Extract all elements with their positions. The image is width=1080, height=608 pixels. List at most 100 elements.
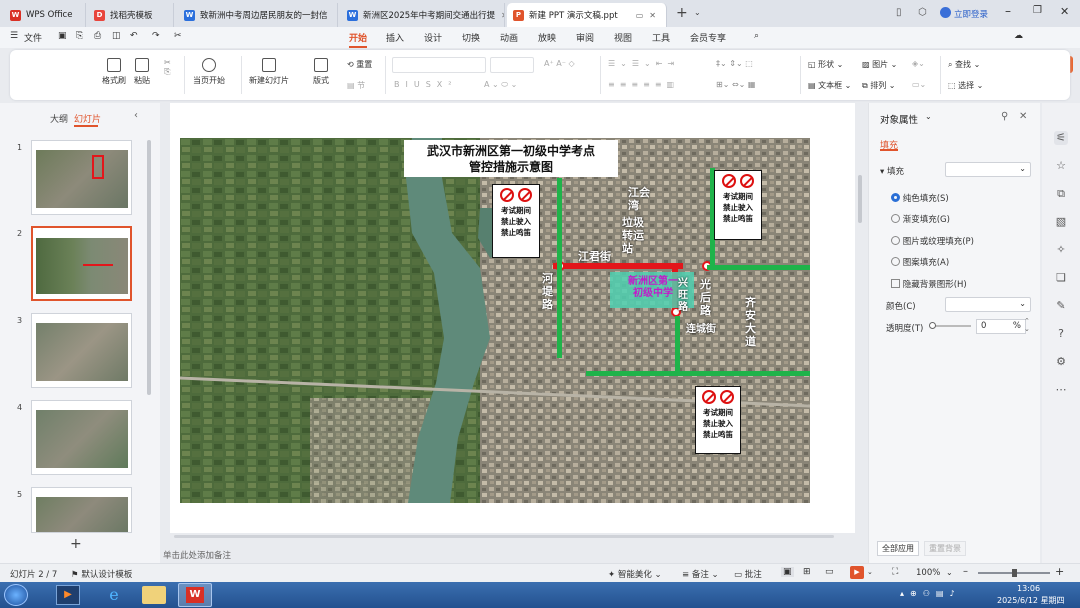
menu-tab-view[interactable]: 视图 [614,31,632,44]
align-icons[interactable]: ≡≡≡≡≡▥ [608,80,679,89]
file-menu[interactable]: 文件 [24,31,42,44]
tray-icons[interactable]: ▴⊕⚇▤♪ [900,589,961,598]
zoom-level[interactable]: 100% [916,568,940,578]
more-icon[interactable]: ⋯ [1054,383,1068,397]
magic-icon[interactable]: ✧ [1054,243,1068,257]
save-icon[interactable]: ▣ [58,31,67,41]
login-link[interactable]: 立即登录 [954,8,988,20]
close-icon[interactable]: ✕ [501,11,504,20]
properties-icon[interactable]: ⚟ [1054,131,1068,145]
slider-handle[interactable] [929,322,936,329]
export-icon[interactable]: ⎘ [76,31,83,41]
media-player-icon[interactable]: ▶ [56,585,80,605]
pen-icon[interactable]: ✎ [1054,299,1068,313]
monitor-icon[interactable]: ▭ [636,11,644,20]
zoom-handle[interactable] [1012,569,1017,577]
layout-icon[interactable]: ▯ [896,7,902,18]
fit-icon[interactable]: ⛶ [892,567,898,577]
minimize-icon[interactable]: – [1005,4,1011,18]
cut-icon[interactable]: ✂ ⎘ [164,58,171,77]
section-button[interactable]: ▤ 节 [347,80,365,91]
fill-option-pattern[interactable]: 图案填充(A) [891,256,949,268]
slide-map[interactable]: 武汉市新洲区第一初级中学考点 管控措施示意图 考试期间 禁止驶入 禁止鸣笛 考试… [180,138,810,503]
outline-tab[interactable]: 大纲 [50,112,68,125]
theme-label[interactable]: ⚑ 默认设计模板 [71,568,132,580]
pin-icon[interactable]: ⚲ [1001,111,1008,122]
menu-tab-member[interactable]: 会员专享 [690,31,726,44]
shape-button[interactable]: ◱ 形状 ⌄ [808,59,843,70]
add-slide-icon[interactable]: + [70,536,82,552]
menu-tab-animation[interactable]: 动画 [500,31,518,44]
fill-option-picture[interactable]: 图片或纹理填充(P) [891,235,974,247]
textbox-button[interactable]: ▤ 文本框 ⌄ [808,80,851,91]
chevron-down-icon[interactable]: ⌄ [694,8,701,17]
transparency-slider[interactable] [929,322,971,329]
fill-select[interactable]: ⌄ [945,162,1031,177]
line-spacing-icon[interactable]: ‡⌄ ⇕⌄ ⬚ [716,59,753,68]
stepper-icon[interactable]: ⌃ ⌄ [1024,317,1030,333]
zoom-out-icon[interactable]: – [963,566,968,577]
clock-date[interactable]: 2025/6/12 星期四 [997,595,1065,606]
image-edit-icon[interactable]: ▧ [1054,215,1068,229]
menu-tab-review[interactable]: 审阅 [576,31,594,44]
menu-tab-home[interactable]: 开始 [349,31,368,48]
zoom-in-icon[interactable]: + [1055,565,1064,578]
window-close-icon[interactable]: ✕ [1060,5,1069,18]
cube-icon[interactable]: ⬡ [918,7,927,18]
chevron-down-icon[interactable]: ⌄ [925,112,932,121]
hide-bg-checkbox[interactable]: 隐藏背景图形(H) [891,278,967,290]
help-icon[interactable]: ? [1054,327,1068,341]
chevron-down-icon[interactable]: ⌄ [946,568,953,577]
reading-view-icon[interactable]: ▭ [825,567,834,577]
select-button[interactable]: ⬚ 选择 ⌄ [948,80,983,91]
zoom-slider[interactable] [978,569,1050,577]
ie-browser-icon[interactable]: e [102,585,126,605]
collapse-icon[interactable]: ‹ [134,110,138,121]
reset-button[interactable]: ⟲ 重置 [347,59,372,70]
reset-background-button[interactable]: 重置背景 [924,541,966,556]
close-icon[interactable]: ✕ [649,11,656,20]
clock-time[interactable]: 13:06 [1017,584,1040,593]
font-size-select[interactable] [490,57,534,73]
book-icon[interactable]: ❏ [1054,271,1068,285]
tab-wps-office[interactable]: W WPS Office [4,3,86,27]
fill-icon[interactable]: ◈⌄ [912,59,925,68]
vertical-scrollbar[interactable] [858,175,862,223]
layout-button[interactable]: 版式 [313,58,329,86]
font-grow-icon[interactable]: A⁺ A⁻ ◇ [544,59,575,68]
more-icon[interactable]: ✂ [174,31,182,41]
tab-docer[interactable]: D 找稻壳模板 [88,3,174,27]
menu-tab-tools[interactable]: 工具 [652,31,670,44]
slide-thumbnail-5[interactable] [31,487,132,533]
menu-tab-insert[interactable]: 插入 [386,31,404,44]
settings-icon[interactable]: ⚙ [1054,355,1068,369]
folder-icon[interactable] [142,586,166,604]
undo-icon[interactable]: ↶ [130,31,138,41]
from-current-button[interactable]: 当页开始 [193,58,225,86]
slide-thumbnail-4[interactable] [31,400,132,475]
font-family-select[interactable] [392,57,486,73]
tab-doc-letter[interactable]: W 致新洲中考周边居民朋友的一封信 [178,3,338,27]
sorter-view-icon[interactable]: ⊞ [803,567,811,577]
slide-thumbnail-2[interactable] [31,226,132,301]
fill-section-toggle[interactable]: ▾ 填充 [880,165,904,177]
copy-icon[interactable]: ⧉ [1054,187,1068,201]
restore-icon[interactable]: ❐ [1033,5,1042,16]
new-slide-button[interactable]: 新建幻灯片 [249,58,289,86]
outline-icon[interactable]: ▭⌄ [912,80,926,89]
font-color-icon[interactable]: A ⌄ ⬭ ⌄ [484,80,517,90]
start-button[interactable] [4,584,28,606]
normal-view-icon[interactable]: ▣ [781,567,794,577]
fill-option-gradient[interactable]: 渐变填充(G) [891,213,950,225]
play-slideshow-button[interactable]: ▶ [850,566,864,579]
picture-button[interactable]: ▨ 图片 ⌄ [862,59,897,70]
slides-tab[interactable]: 幻灯片 [74,112,101,125]
transparency-input[interactable]: 0% [976,319,1026,334]
tab-doc-traffic[interactable]: W 新洲区2025年中考期间交通出行提 ✕ [341,3,505,27]
arrange-button[interactable]: ⧉ 排列 ⌄ [862,80,896,91]
comments-button[interactable]: ▭ 批注 [734,568,762,580]
list-icons[interactable]: ☰⌄☰⌄⇤⇥ [608,59,679,68]
cloud-icon[interactable]: ☁ [1014,31,1023,41]
format-painter-button[interactable]: 格式刷 [102,58,126,86]
find-button[interactable]: ⌕ 查找 ⌄ [948,59,980,70]
